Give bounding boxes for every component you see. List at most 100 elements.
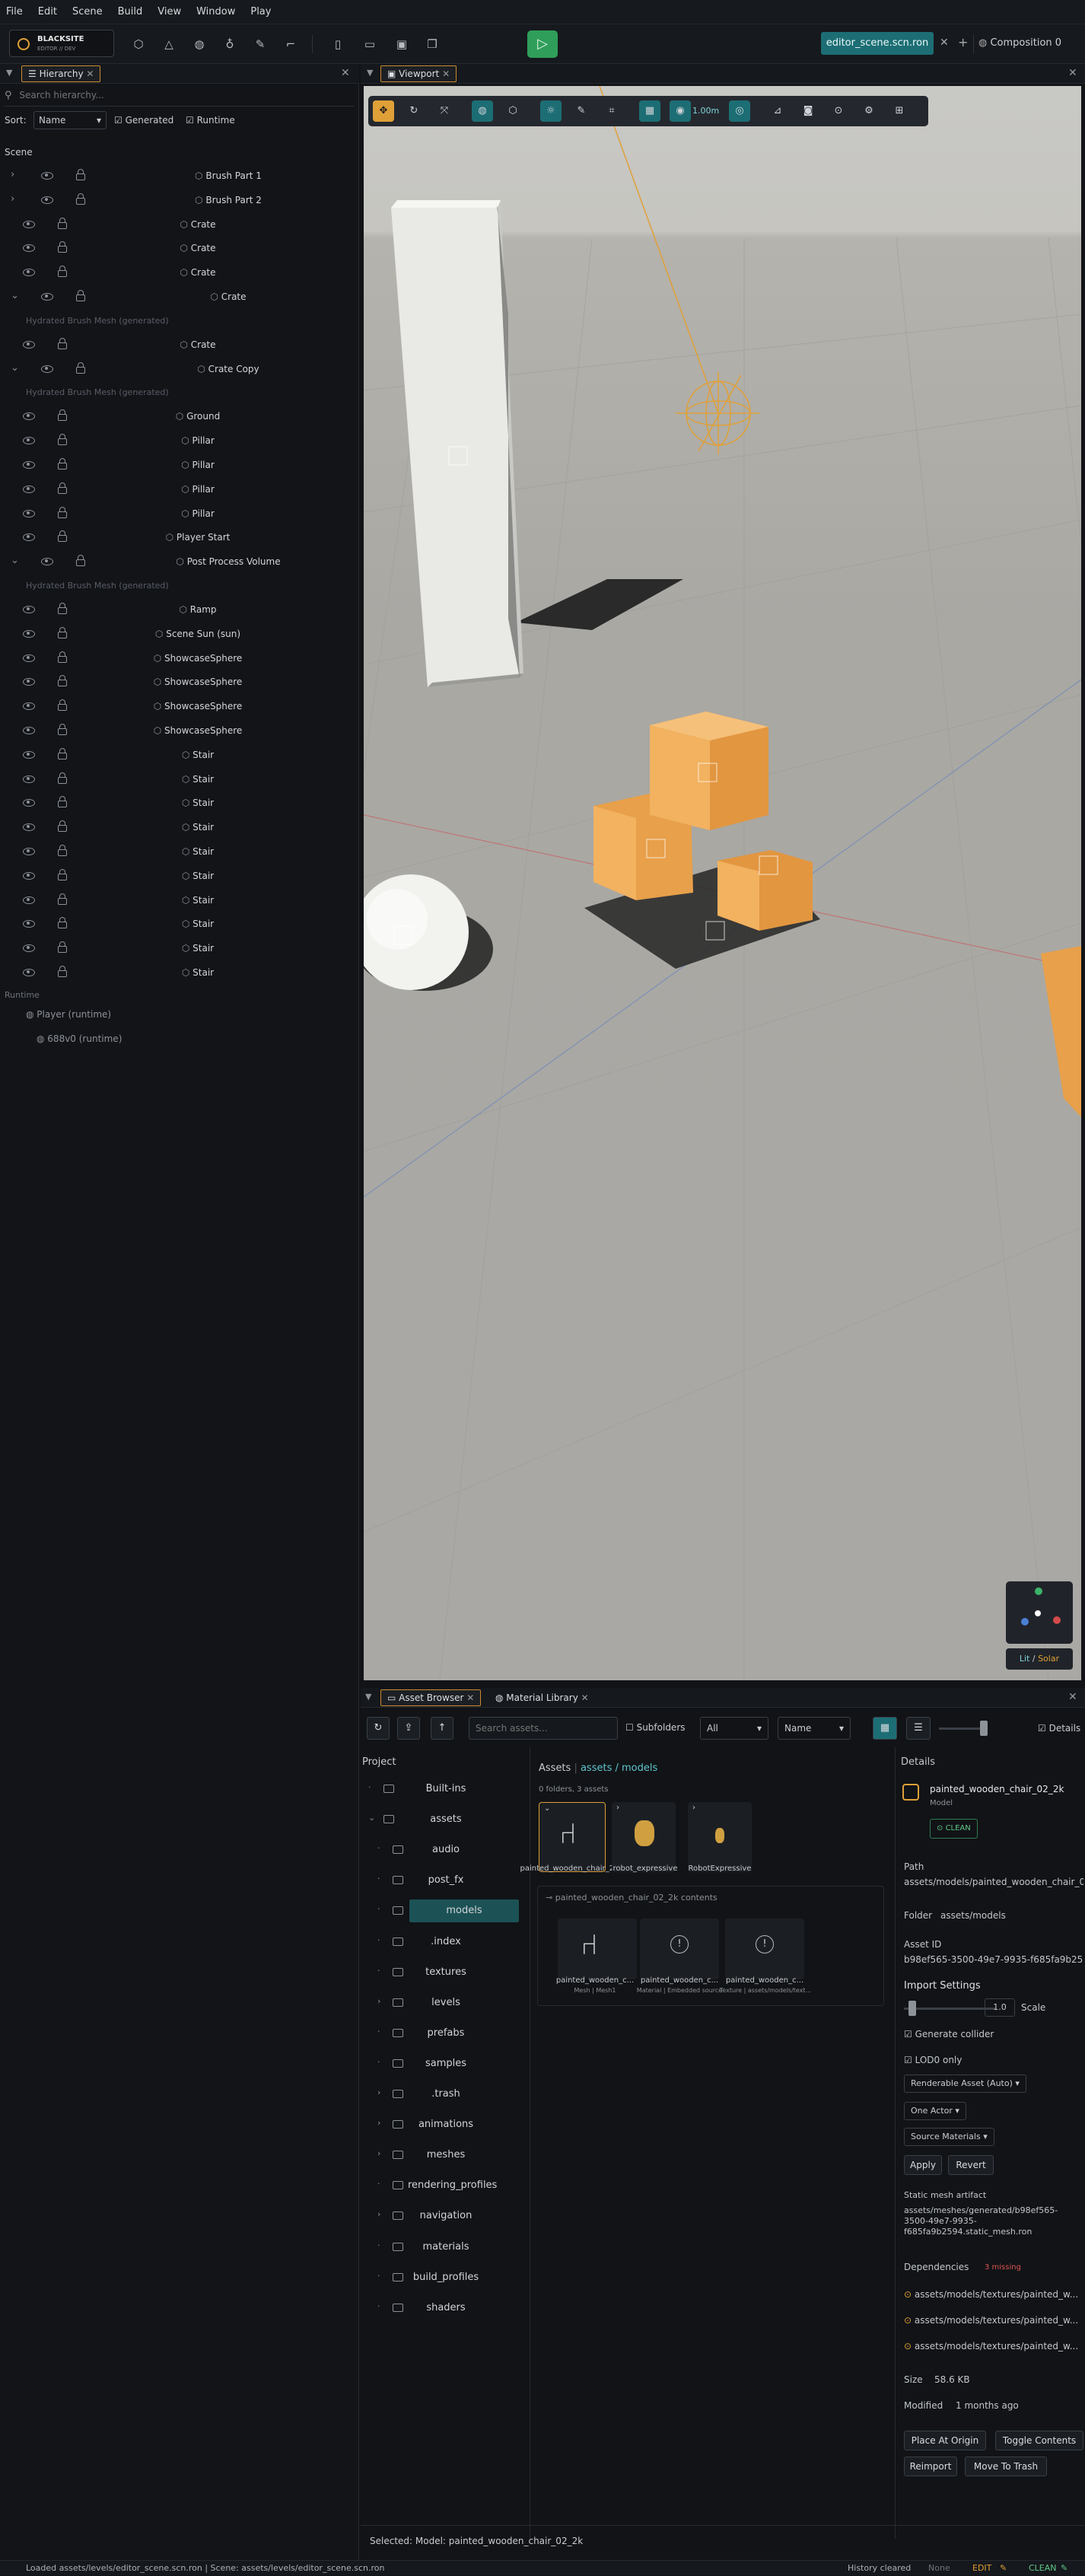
- chevron-right-icon[interactable]: ›: [11, 193, 14, 205]
- hierarchy-row[interactable]: ⬡ Stair: [0, 816, 358, 839]
- light-icon[interactable]: ♁: [218, 32, 242, 56]
- visibility-eye-icon[interactable]: [23, 654, 35, 662]
- folder-tree-item[interactable]: · prefabs: [362, 2022, 530, 2045]
- camera-icon[interactable]: ◙: [797, 100, 819, 122]
- lock-icon[interactable]: [76, 555, 85, 567]
- generated-checkbox[interactable]: ☑ Generated: [114, 115, 173, 126]
- move-to-trash-button[interactable]: Move To Trash: [965, 2457, 1047, 2476]
- hierarchy-row[interactable]: ⬡ Ground: [0, 405, 358, 428]
- bullet-icon[interactable]: ·: [377, 2271, 380, 2281]
- chevron-down-icon[interactable]: ⌄: [544, 1804, 550, 1813]
- gizmo-icon[interactable]: ⊿: [767, 100, 788, 122]
- lock-icon[interactable]: [58, 506, 67, 518]
- hierarchy-row[interactable]: ⬡ Stair: [0, 912, 358, 935]
- visibility-eye-icon[interactable]: [23, 848, 35, 855]
- lock-icon[interactable]: [58, 482, 67, 494]
- lock-icon[interactable]: [58, 699, 67, 712]
- visibility-eye-icon[interactable]: [23, 412, 35, 421]
- hierarchy-row[interactable]: ⬡ Stair: [0, 937, 358, 960]
- details-toggle[interactable]: ☑ Details: [1038, 1723, 1080, 1734]
- revert-button[interactable]: Revert: [948, 2155, 994, 2175]
- lock-icon[interactable]: [58, 434, 67, 446]
- content-item[interactable]: !: [725, 1918, 804, 1979]
- visibility-eye-icon[interactable]: [23, 969, 35, 976]
- light-toggle-icon[interactable]: ☼: [540, 100, 562, 122]
- hierarchy-row[interactable]: ⬡ ShowcaseSphere: [0, 647, 358, 670]
- chevron-down-icon[interactable]: ⌄: [11, 555, 19, 566]
- bullet-icon[interactable]: ·: [377, 2240, 380, 2250]
- visibility-eye-icon[interactable]: [23, 340, 35, 349]
- lock-icon[interactable]: [58, 266, 67, 278]
- reimport-button[interactable]: Reimport: [904, 2457, 957, 2476]
- folder-tree-item[interactable]: · models: [362, 1899, 530, 1923]
- chevron-right-icon[interactable]: ›: [377, 2148, 380, 2158]
- hierarchy-row[interactable]: ⌄ ⬡ Crate Copy: [0, 358, 358, 381]
- slider-handle[interactable]: [980, 1721, 988, 1736]
- lock-icon[interactable]: [76, 169, 85, 180]
- grid-options-icon[interactable]: ⊞: [889, 100, 910, 122]
- close-tab-icon[interactable]: ✕: [581, 1692, 589, 1703]
- generate-collider-checkbox[interactable]: ☑ Generate collider: [904, 2029, 994, 2039]
- menu-item-edit[interactable]: Edit: [38, 6, 57, 18]
- visibility-eye-icon[interactable]: [23, 920, 35, 928]
- chevron-right-icon[interactable]: ›: [692, 1804, 695, 1812]
- chevron-right-icon[interactable]: ›: [377, 1996, 380, 2006]
- hierarchy-row[interactable]: ⬡ Stair: [0, 791, 358, 814]
- dependency-row[interactable]: ⊙ assets/models/textures/painted_w...: [904, 2289, 1078, 2300]
- ramp-icon[interactable]: ⌐: [278, 32, 303, 56]
- folder-tree-item[interactable]: · samples: [362, 2052, 530, 2075]
- folder-tree-item[interactable]: › navigation: [362, 2205, 530, 2227]
- world-space-icon[interactable]: ◍: [472, 100, 493, 122]
- bullet-icon[interactable]: ·: [368, 1782, 371, 1792]
- bullet-icon[interactable]: ·: [377, 2027, 380, 2036]
- materials-select[interactable]: Source Materials ▾: [904, 2128, 994, 2146]
- visibility-eye-icon[interactable]: [23, 727, 35, 734]
- lit-label[interactable]: Lit: [1020, 1654, 1030, 1664]
- grid-size[interactable]: 1.00m: [692, 106, 719, 116]
- brush-icon[interactable]: ✎: [248, 32, 272, 56]
- bullet-icon[interactable]: ·: [377, 1874, 380, 1883]
- hierarchy-row[interactable]: ⬡ Crate: [0, 237, 358, 260]
- paint-icon[interactable]: ✎: [571, 100, 592, 122]
- tab-asset-browser[interactable]: ▭ Asset Browser ✕: [380, 1689, 482, 1706]
- hierarchy-row[interactable]: ⬡ Stair: [0, 744, 358, 766]
- target-icon[interactable]: ⊙: [828, 100, 849, 122]
- orientation-gizmo[interactable]: [1006, 1581, 1073, 1644]
- folder-tree-item[interactable]: ⌄ assets: [362, 1808, 530, 1831]
- chevron-down-icon[interactable]: ⌄: [11, 290, 19, 301]
- scale-input[interactable]: 1.0: [985, 1998, 1015, 2017]
- renderable-select[interactable]: Renderable Asset (Auto) ▾: [904, 2074, 1026, 2093]
- sort-select[interactable]: Name ▾: [778, 1717, 851, 1740]
- save-icon[interactable]: ▣: [390, 32, 414, 56]
- content-item[interactable]: !: [640, 1918, 719, 1979]
- lock-icon[interactable]: [76, 193, 85, 205]
- bullet-icon[interactable]: ·: [377, 2179, 380, 2189]
- folder-tree-item[interactable]: · textures: [362, 1961, 530, 1984]
- frame-icon[interactable]: ⌗: [601, 100, 622, 122]
- hierarchy-row[interactable]: ⬡ Crate: [0, 261, 358, 284]
- panel-menu-icon[interactable]: ▼: [365, 1692, 371, 1702]
- local-space-icon[interactable]: ⬡: [502, 100, 523, 122]
- hierarchy-row[interactable]: ⌄ ⬡ Crate: [0, 285, 358, 308]
- visibility-eye-icon[interactable]: [23, 871, 35, 880]
- folder-tree-item[interactable]: · rendering_profiles: [362, 2174, 530, 2197]
- visibility-eye-icon[interactable]: [41, 293, 53, 301]
- visibility-eye-icon[interactable]: [23, 244, 35, 253]
- close-tab-icon[interactable]: ✕: [86, 68, 94, 79]
- menu-item-window[interactable]: Window: [196, 6, 235, 18]
- lock-icon[interactable]: [58, 868, 67, 880]
- close-panel-icon[interactable]: ✕: [1068, 67, 1077, 79]
- lock-icon[interactable]: [58, 724, 67, 735]
- axis-y-icon[interactable]: [1035, 1587, 1042, 1595]
- lighting-mode[interactable]: Lit / Solar: [1006, 1648, 1073, 1670]
- chevron-right-icon[interactable]: ›: [11, 169, 14, 180]
- sphere-icon[interactable]: ◍: [187, 32, 212, 56]
- add-tab-icon[interactable]: +: [958, 35, 968, 49]
- panel-menu-icon[interactable]: ▼: [367, 68, 373, 78]
- folder-tree-item[interactable]: › animations: [362, 2113, 530, 2136]
- visibility-eye-icon[interactable]: [23, 944, 35, 953]
- chevron-right-icon[interactable]: ›: [377, 2087, 380, 2097]
- runtime-checkbox[interactable]: ☑ Runtime: [186, 115, 235, 126]
- lock-icon[interactable]: [58, 772, 67, 784]
- hierarchy-row[interactable]: ⬡ Pillar: [0, 502, 358, 525]
